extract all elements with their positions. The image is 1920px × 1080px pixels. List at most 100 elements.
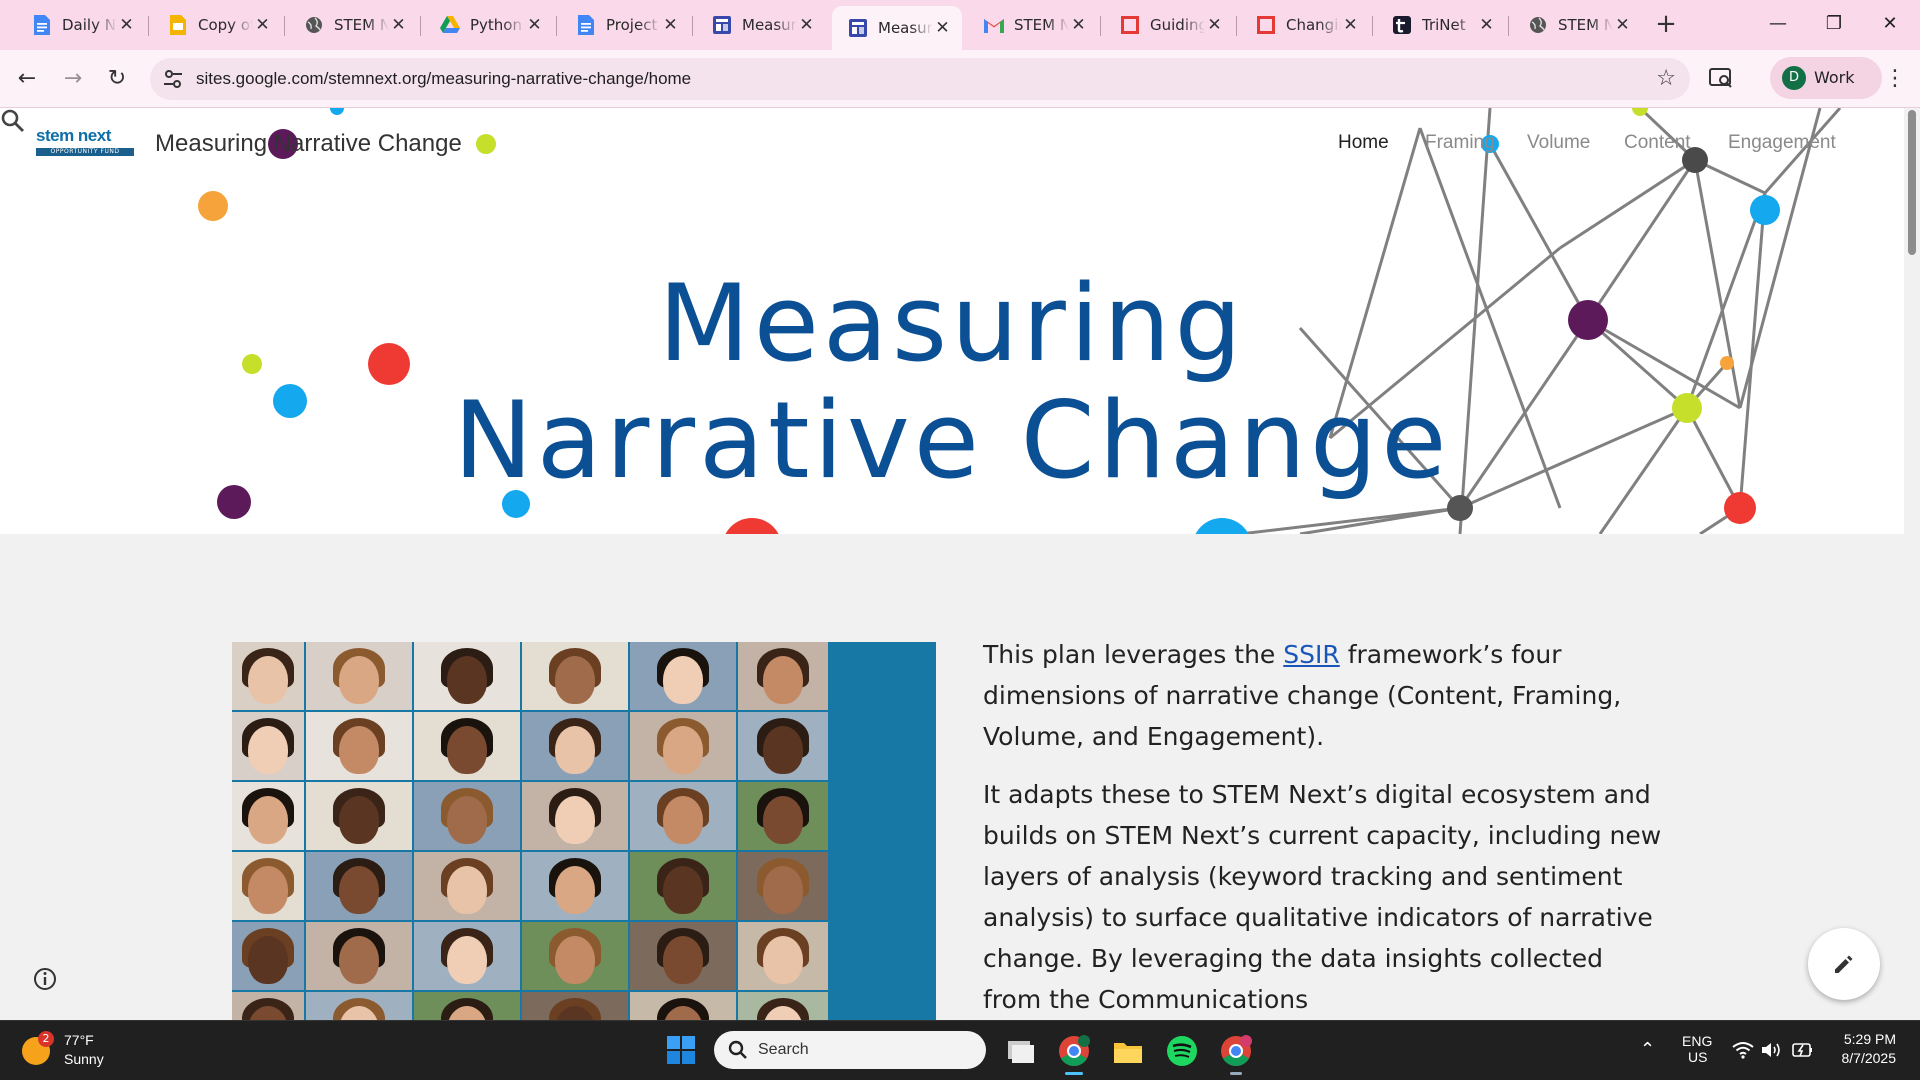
- weather-temp: 77°F: [64, 1032, 94, 1048]
- student-photo: [630, 992, 736, 1020]
- browser-tab[interactable]: STEM Next✕: [1512, 6, 1642, 44]
- chrome-profile-taskbar-icon[interactable]: [1216, 1031, 1256, 1075]
- close-window-button[interactable]: ✕: [1870, 8, 1910, 40]
- browser-tab[interactable]: STEM Next✕: [288, 6, 418, 44]
- close-tab-icon[interactable]: ✕: [525, 15, 544, 35]
- chrome-taskbar-icon[interactable]: [1054, 1031, 1094, 1075]
- student-photo: [630, 922, 736, 990]
- browser-tab[interactable]: Python ✕: [424, 6, 554, 44]
- nav-framing[interactable]: Framing: [1425, 132, 1495, 154]
- forward-button[interactable]: →: [58, 64, 88, 94]
- student-photo: [232, 992, 304, 1020]
- close-tab-icon[interactable]: ✕: [797, 15, 816, 35]
- notification-badge: 2: [38, 1031, 54, 1047]
- minimize-button[interactable]: —: [1758, 8, 1798, 40]
- restore-button[interactable]: ❐: [1814, 8, 1854, 40]
- url-text[interactable]: sites.google.com/stemnext.org/measuring-…: [196, 69, 691, 89]
- site-logo[interactable]: stem next OPPORTUNITY FUND: [36, 120, 134, 168]
- student-photo: [232, 852, 304, 920]
- edit-button[interactable]: [1808, 928, 1880, 1000]
- google-sites-icon: [848, 18, 868, 38]
- close-tab-icon[interactable]: ✕: [389, 15, 408, 35]
- new-tab-button[interactable]: +: [1651, 10, 1681, 40]
- browser-tab[interactable]: STEM Next✕: [968, 6, 1098, 44]
- browser-menu-icon[interactable]: ⋮: [1880, 64, 1910, 94]
- close-tab-icon[interactable]: ✕: [933, 18, 952, 38]
- task-view-icon[interactable]: [1000, 1031, 1040, 1071]
- close-tab-icon[interactable]: ✕: [661, 15, 680, 35]
- student-photo: [738, 712, 828, 780]
- student-photo: [630, 642, 736, 710]
- tab-title: Python: [470, 16, 522, 34]
- show-hidden-icons-chevron[interactable]: ⌃: [1640, 1039, 1655, 1060]
- student-photo: [306, 642, 412, 710]
- browser-tab[interactable]: Copy of ✕: [152, 6, 282, 44]
- logo-text: stem next: [36, 126, 111, 145]
- search-label: Search: [758, 1041, 809, 1058]
- wifi-icon[interactable]: [1732, 1041, 1754, 1059]
- google-drive-icon: [440, 15, 460, 35]
- close-tab-icon[interactable]: ✕: [1477, 15, 1496, 35]
- close-tab-icon[interactable]: ✕: [1069, 15, 1088, 35]
- site-title[interactable]: Measuring Narrative Change: [155, 130, 462, 158]
- site-search-icon[interactable]: [0, 108, 26, 134]
- taskbar-search[interactable]: Search: [714, 1031, 986, 1069]
- back-button[interactable]: ←: [12, 64, 42, 94]
- battery-icon[interactable]: [1790, 1041, 1814, 1059]
- tab-title: Copy of: [198, 16, 254, 34]
- file-explorer-icon[interactable]: [1108, 1031, 1148, 1071]
- student-photo: [232, 782, 304, 850]
- browser-tab[interactable]: Project ✕: [560, 6, 690, 44]
- student-photo: [522, 642, 628, 710]
- student-photo: [522, 712, 628, 780]
- student-photo: [630, 852, 736, 920]
- bookmark-star-icon[interactable]: ☆: [1656, 66, 1676, 91]
- student-photo: [414, 642, 520, 710]
- close-tab-icon[interactable]: ✕: [253, 15, 272, 35]
- student-photo: [630, 712, 736, 780]
- clock-time: 5:29 PM: [1843, 1031, 1896, 1047]
- browser-tab[interactable]: Daily Notes✕: [16, 6, 146, 44]
- browser-tab[interactable]: Changing✕: [1240, 6, 1370, 44]
- browser-tab[interactable]: Measuring✕: [696, 6, 826, 44]
- nav-engagement[interactable]: Engagement: [1728, 132, 1836, 154]
- site-info-icon[interactable]: [162, 68, 184, 90]
- nav-volume[interactable]: Volume: [1527, 132, 1590, 154]
- student-photo: [414, 992, 520, 1020]
- reload-button[interactable]: ↻: [102, 64, 132, 94]
- browser-tab[interactable]: Guiding ✕: [1104, 6, 1234, 44]
- close-tab-icon[interactable]: ✕: [1205, 15, 1224, 35]
- student-photo: [306, 992, 412, 1020]
- profile-chip[interactable]: D Work: [1770, 57, 1882, 99]
- student-photo: [414, 852, 520, 920]
- avatar: D: [1782, 66, 1806, 90]
- body-paragraph: It adapts these to STEM Next’s digital e…: [983, 780, 1662, 1014]
- volume-icon[interactable]: [1760, 1041, 1782, 1059]
- tab-title: Daily Notes: [62, 16, 117, 34]
- student-photo: [306, 852, 412, 920]
- tab-title: STEM Next: [1014, 16, 1070, 34]
- clock[interactable]: 5:29 PM 8/7/2025: [1830, 1031, 1897, 1066]
- browser-tab[interactable]: Measuring✕: [832, 6, 962, 50]
- info-icon[interactable]: [32, 966, 58, 992]
- nav-content[interactable]: Content: [1624, 132, 1691, 154]
- browser-tab[interactable]: TriNet ✕: [1376, 6, 1506, 44]
- spotify-icon[interactable]: [1162, 1031, 1202, 1071]
- student-photo: [306, 782, 412, 850]
- ssir-link[interactable]: SSIR: [1283, 640, 1339, 669]
- tab-separator: [420, 16, 421, 36]
- student-photo: [306, 922, 412, 990]
- search-tabs-icon[interactable]: [1708, 65, 1734, 91]
- tab-title: Changing: [1286, 16, 1341, 34]
- red-square-icon: [1256, 15, 1276, 35]
- close-tab-icon[interactable]: ✕: [1613, 15, 1632, 35]
- student-photo: [232, 712, 304, 780]
- nav-home[interactable]: Home: [1338, 132, 1389, 154]
- student-photo: [738, 642, 828, 710]
- language-indicator[interactable]: ENG US: [1682, 1033, 1712, 1065]
- close-tab-icon[interactable]: ✕: [1341, 15, 1360, 35]
- close-tab-icon[interactable]: ✕: [117, 15, 136, 35]
- address-bar[interactable]: sites.google.com/stemnext.org/measuring-…: [150, 58, 1690, 100]
- page-scrollbar[interactable]: [1904, 108, 1920, 1020]
- windows-start-icon[interactable]: [666, 1035, 696, 1065]
